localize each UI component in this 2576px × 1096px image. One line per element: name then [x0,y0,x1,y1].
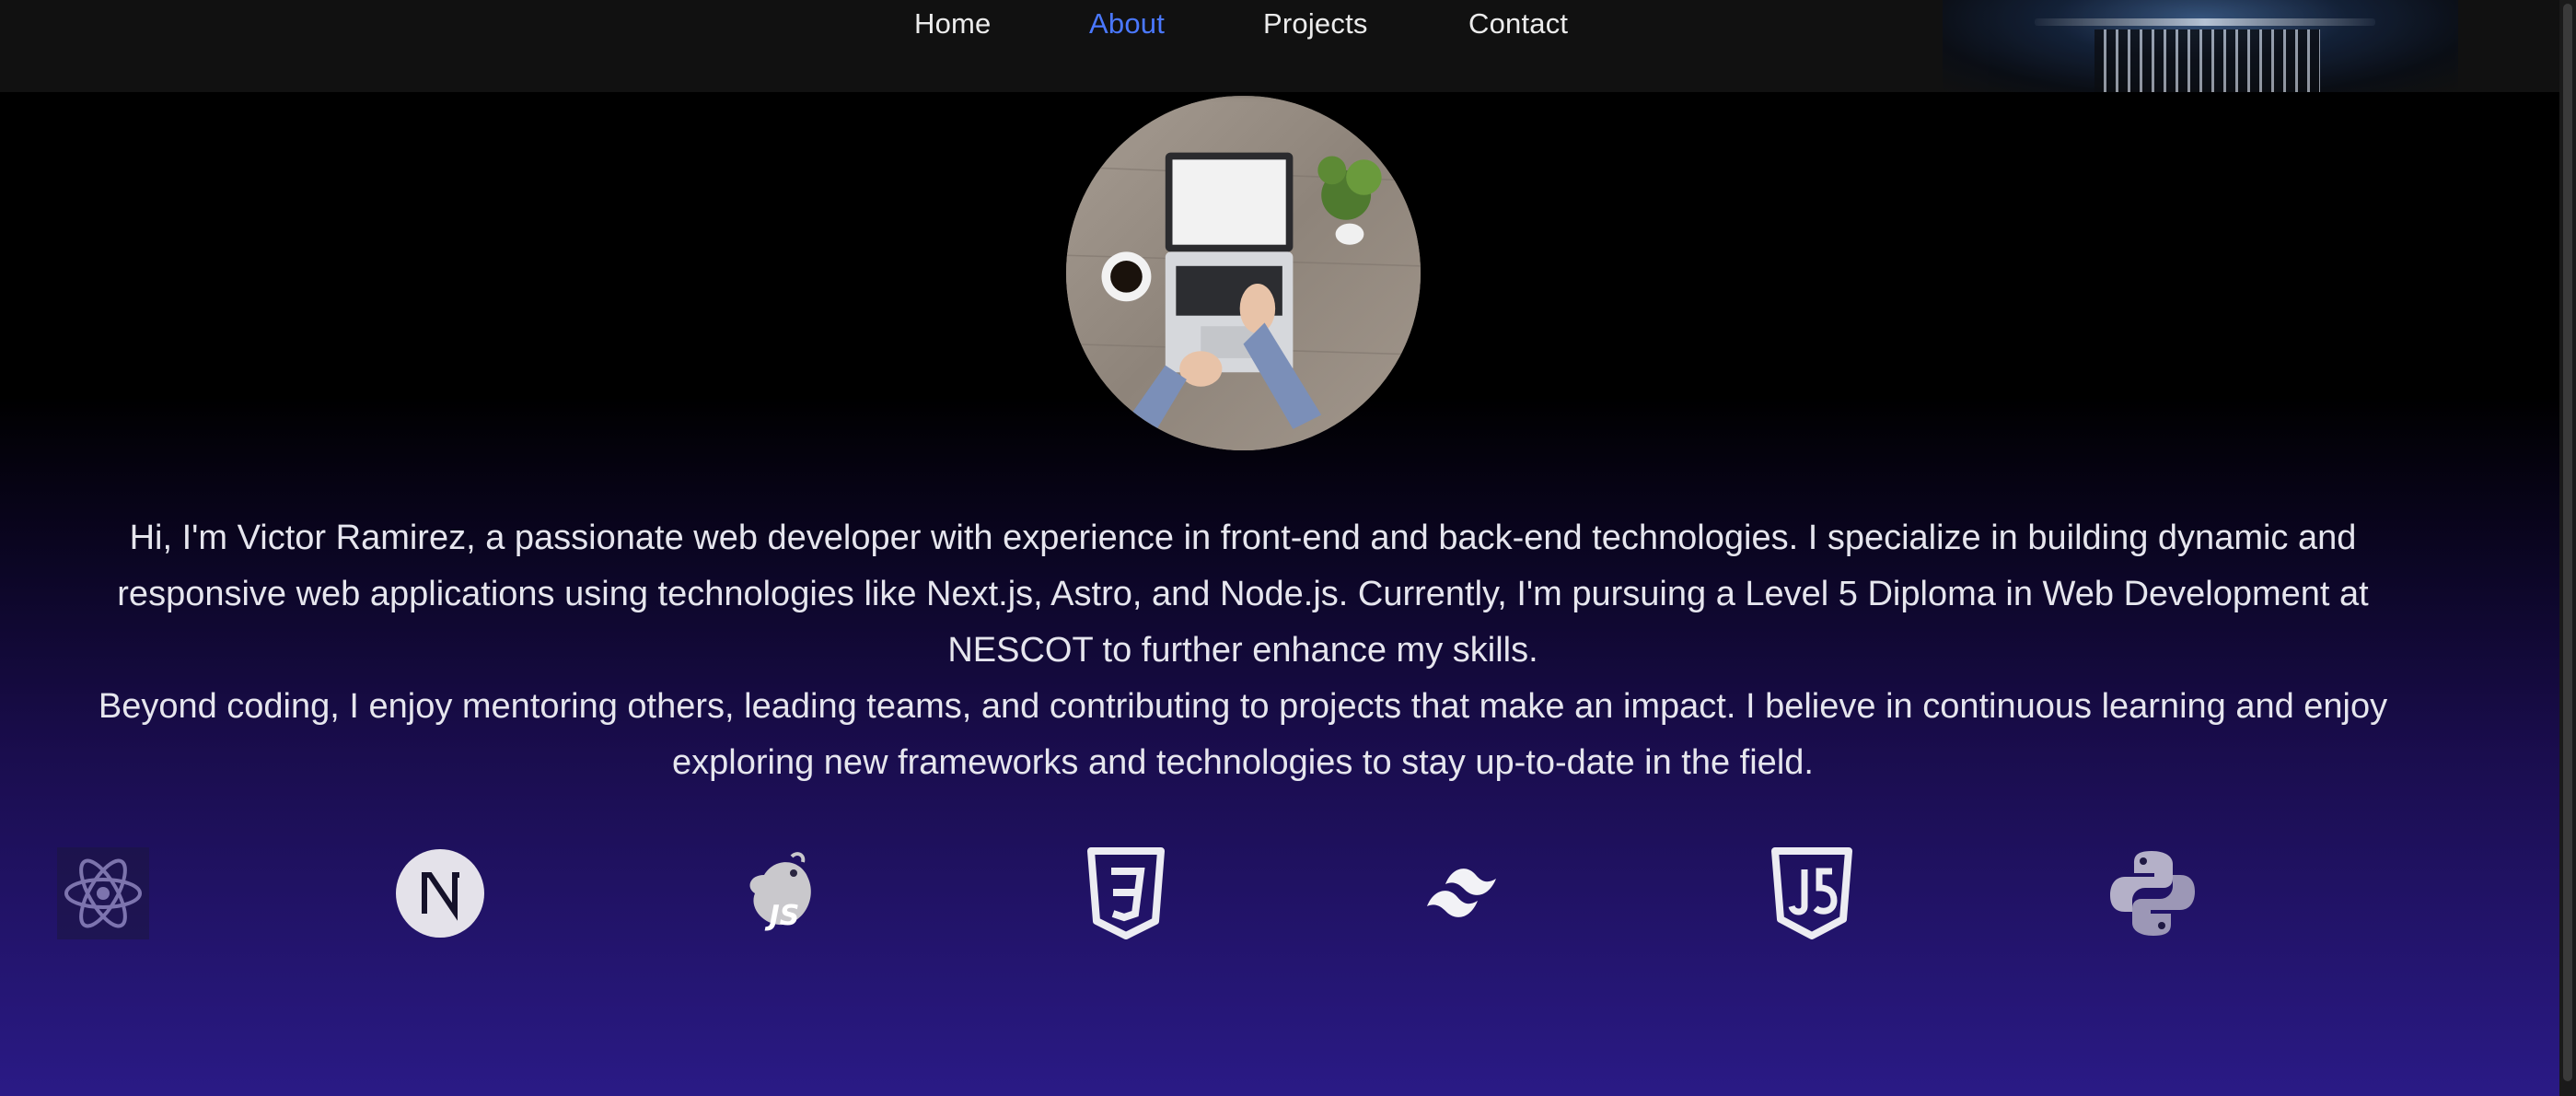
top-navbar: Home About Projects Contact [0,0,2559,92]
laptop-lid [2035,18,2375,26]
nav-link-contact[interactable]: Contact [1468,7,1568,41]
nav-link-projects[interactable]: Projects [1263,7,1368,41]
tech-stack-icons: JS [0,847,2559,949]
javascript-icon [1766,847,1858,939]
page-scrollbar[interactable] [2559,0,2576,1096]
header-laptop-image [1943,0,2458,92]
nav-link-home[interactable]: Home [914,7,992,41]
bio-paragraph-2: Beyond coding, I enjoy mentoring others,… [98,687,2388,782]
about-bio: Hi, I'm Victor Ramirez, a passionate web… [55,510,2431,791]
svg-text:JS: JS [765,900,800,932]
nextjs-icon [394,847,486,939]
react-icon [57,847,149,939]
laptop-keyboard [2094,29,2320,92]
css3-icon [1080,847,1172,939]
nestjs-icon: JS [737,847,829,939]
page: Home About Projects Contact Hi, I'm Vict… [0,0,2559,1096]
profile-avatar [1066,96,1421,450]
tailwind-icon [1422,847,1514,939]
python-icon [2106,847,2199,939]
nav-link-about[interactable]: About [1089,7,1165,41]
bio-paragraph-1: Hi, I'm Victor Ramirez, a passionate web… [117,519,2369,670]
laptop-desk-photo [1066,96,1421,450]
scrollbar-thumb[interactable] [2563,4,2572,1081]
